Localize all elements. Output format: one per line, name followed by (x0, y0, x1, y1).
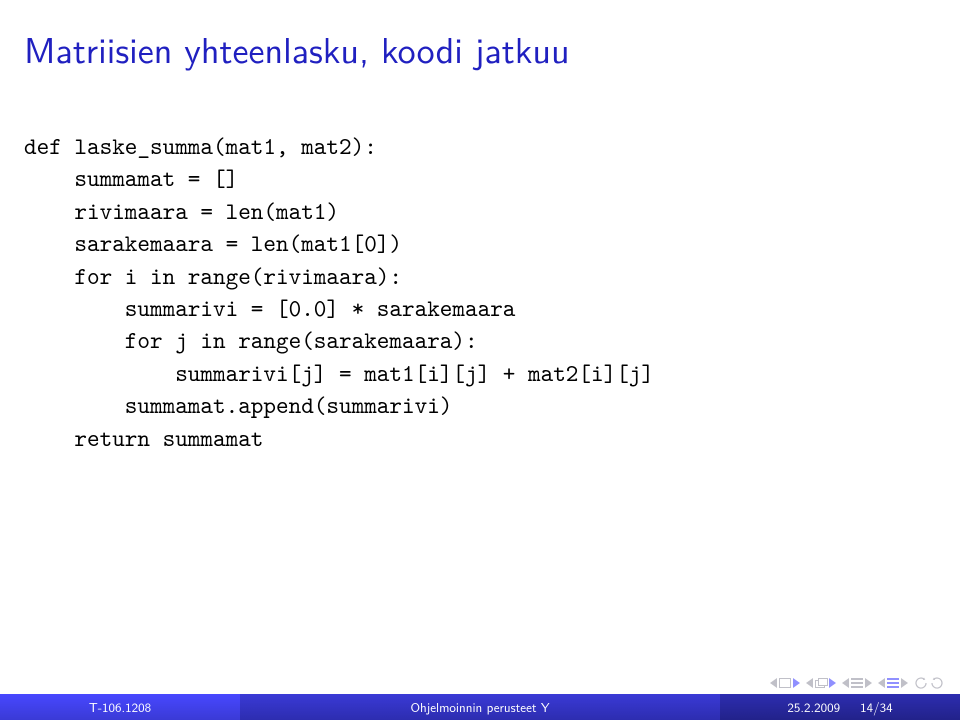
footer-right: 25.2.2009 14 / 34 (720, 694, 960, 720)
next-subsection-icon[interactable] (901, 678, 908, 688)
prev-frame-icon[interactable] (806, 678, 813, 688)
slide-title: Matriisien yhteenlasku, koodi jatkuu (24, 22, 570, 75)
frame-copies-icon (815, 678, 827, 688)
back-circle-arrow-icon (914, 676, 928, 690)
nav-back-group[interactable] (914, 676, 944, 690)
course-title: Ohjelmoinnin perusteet Y (410, 698, 549, 717)
course-code: T-106.1208 (89, 698, 151, 717)
footer-left: T-106.1208 (0, 694, 240, 720)
code-line: summarivi = [0.0] * sarakemaara (24, 292, 515, 324)
footer-mid: Ohjelmoinnin perusteet Y (240, 694, 720, 720)
code-line: summarivi[j] = mat1[i][j] + mat2[i][j] (24, 357, 654, 389)
slide-frame-icon (779, 678, 791, 688)
prev-subsection-icon[interactable] (878, 678, 885, 688)
nav-subsection-group (878, 678, 908, 688)
code-line: for i in range(rivimaara): (24, 260, 402, 292)
code-line: summamat.append(summarivi) (24, 389, 452, 421)
page-current: 14 (860, 698, 873, 717)
beamer-nav-bar (770, 676, 944, 690)
nav-section-group (842, 678, 872, 688)
code-block: def laske_summa(mat1, mat2): summamat = … (24, 130, 654, 454)
footer-bar: T-106.1208 Ohjelmoinnin perusteet Y 25.2… (0, 694, 960, 720)
page-total: 34 (880, 698, 893, 717)
code-line: def laske_summa(mat1, mat2): (24, 130, 377, 162)
code-line: rivimaara = len(mat1) (24, 195, 339, 227)
forward-circle-arrow-icon (930, 676, 944, 690)
code-line: summamat = [] (24, 162, 238, 194)
next-slide-icon[interactable] (793, 678, 800, 688)
code-line: sarakemaara = len(mat1[0]) (24, 227, 402, 259)
nav-frame-group (806, 678, 836, 688)
next-section-icon[interactable] (865, 678, 872, 688)
prev-slide-icon[interactable] (770, 678, 777, 688)
code-line: return summamat (24, 422, 263, 454)
footer-date: 25.2.2009 (787, 698, 840, 717)
subsection-bars-icon (887, 678, 899, 688)
prev-section-icon[interactable] (842, 678, 849, 688)
nav-slide-group (770, 678, 800, 688)
next-frame-icon[interactable] (829, 678, 836, 688)
section-bars-icon (851, 678, 863, 688)
slide: Matriisien yhteenlasku, koodi jatkuu def… (0, 0, 960, 720)
code-line: for j in range(sarakemaara): (24, 324, 478, 356)
